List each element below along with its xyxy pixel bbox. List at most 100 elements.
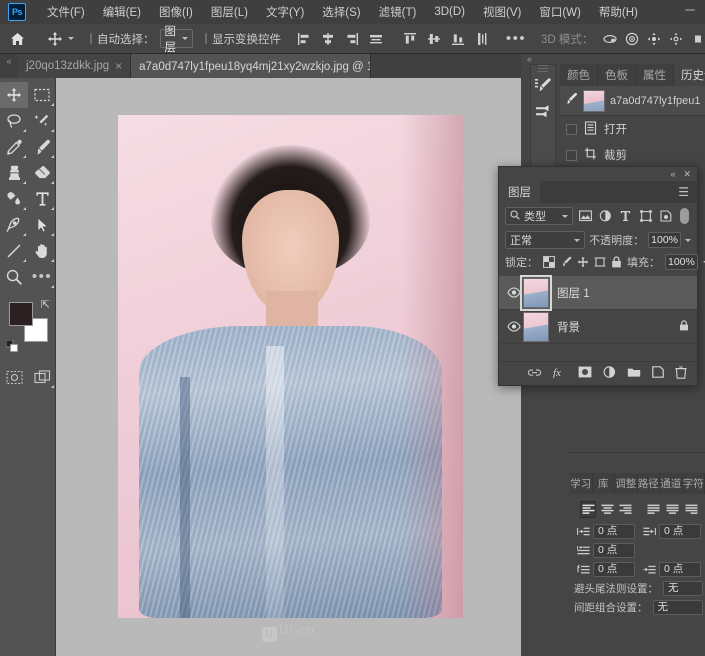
filter-enable-toggle[interactable] [680, 208, 689, 224]
opacity-input[interactable]: 100% [648, 232, 681, 248]
document-tab-1[interactable]: j20qo13zdkk.jpg × [18, 54, 132, 78]
filter-type-icon[interactable] [618, 208, 633, 224]
document-image[interactable] [118, 115, 463, 618]
tab-libraries[interactable]: 库 [593, 473, 615, 494]
mini-dock-grip[interactable] [531, 65, 555, 72]
justify-last-center-icon[interactable] [664, 501, 680, 518]
canvas-area[interactable]: U UI·cn [56, 78, 521, 656]
pan-3d-icon[interactable] [643, 27, 665, 51]
brush-presets-icon[interactable] [531, 98, 555, 124]
menu-item-select[interactable]: 选择(S) [313, 1, 369, 23]
menu-item-window[interactable]: 窗口(W) [530, 1, 590, 23]
align-vertical-centers-icon[interactable] [423, 27, 445, 51]
justify-last-right-icon[interactable] [683, 501, 699, 518]
lock-image-icon[interactable] [560, 255, 572, 269]
tab-channels[interactable]: 通道 [660, 473, 683, 494]
align-horizontal-centers-icon[interactable] [317, 27, 339, 51]
menu-item-image[interactable]: 图像(I) [150, 1, 202, 23]
current-tool-well[interactable] [42, 26, 76, 52]
auto-select-checkbox[interactable] [90, 33, 92, 44]
layer-thumbnail[interactable] [523, 311, 549, 342]
history-state-open[interactable]: 打开 [560, 116, 705, 142]
layer-row-1[interactable]: 图层 1 [499, 274, 697, 311]
eye-icon[interactable] [505, 321, 523, 332]
panel-menu-icon[interactable]: ☰ [678, 186, 697, 198]
clone-stamp-tool[interactable] [0, 160, 28, 186]
slide-3d-icon[interactable] [665, 27, 687, 51]
type-tool[interactable] [28, 186, 56, 212]
distribute-vertical-icon[interactable] [471, 27, 493, 51]
indent-right-margin-input[interactable]: 0 点 [659, 524, 701, 539]
align-left-icon[interactable] [580, 501, 597, 518]
quick-mask-icon[interactable] [0, 364, 28, 390]
lock-transparent-icon[interactable] [543, 255, 555, 269]
lock-artboard-icon[interactable] [594, 255, 606, 269]
menu-item-layer[interactable]: 图层(L) [202, 1, 257, 23]
filter-pixel-icon[interactable] [578, 208, 593, 224]
move-tool[interactable] [0, 82, 28, 108]
dock-collapse-icon[interactable]: « [527, 54, 532, 64]
swap-colors-icon[interactable]: ⇱ [41, 298, 50, 311]
tab-history[interactable]: 历史记 [674, 64, 705, 86]
more-options-button[interactable]: ••• [505, 27, 527, 51]
layers-panel-titlebar[interactable]: « ✕ [499, 167, 697, 181]
roll-3d-icon[interactable] [621, 27, 643, 51]
filter-adjustment-icon[interactable] [598, 208, 613, 224]
history-snapshot-row[interactable]: a7a0d747ly1fpeu18yq4… [560, 86, 705, 116]
path-selection-tool[interactable] [28, 212, 56, 238]
blend-mode-dropdown[interactable]: 正常 [505, 231, 586, 249]
menu-item-help[interactable]: 帮助(H) [590, 1, 647, 23]
close-icon[interactable]: × [115, 60, 122, 72]
close-icon[interactable]: ✕ [683, 169, 691, 180]
align-bottom-edges-icon[interactable] [447, 27, 469, 51]
new-group-icon[interactable] [627, 367, 641, 381]
tab-character[interactable]: 字符 [683, 473, 705, 494]
layer-mask-icon[interactable] [578, 366, 592, 381]
kinsoku-value[interactable]: 无 [663, 581, 703, 596]
space-before-input[interactable]: 0 点 [593, 562, 635, 577]
hand-tool[interactable] [28, 238, 56, 264]
mojikumi-value[interactable]: 无 [652, 600, 703, 615]
foreground-color-swatch[interactable] [9, 302, 33, 326]
chevron-down-icon[interactable] [68, 37, 74, 40]
indent-first-line-input[interactable]: 0 点 [593, 543, 635, 558]
gradient-tool[interactable] [0, 186, 28, 212]
adjustment-layer-icon[interactable] [603, 366, 616, 381]
eyedropper-tool[interactable] [0, 134, 28, 160]
tab-properties[interactable]: 属性 [636, 64, 674, 86]
layer-row-2[interactable]: 背景 [499, 310, 697, 344]
justify-last-left-icon[interactable] [646, 501, 662, 518]
screen-mode-icon[interactable] [28, 364, 56, 390]
pen-tool[interactable] [0, 212, 28, 238]
tab-paths[interactable]: 路径 [638, 473, 660, 494]
align-top-edges-icon[interactable] [399, 27, 421, 51]
fill-input[interactable]: 100% [665, 254, 698, 270]
orbit-3d-icon[interactable] [599, 27, 621, 51]
lasso-tool[interactable] [0, 108, 28, 134]
home-icon[interactable] [6, 27, 28, 51]
history-state-checkbox[interactable] [566, 123, 577, 135]
layer-thumbnail[interactable] [520, 274, 552, 311]
space-after-input[interactable]: 0 点 [659, 562, 701, 577]
eraser-tool[interactable] [28, 160, 56, 186]
filter-shape-icon[interactable] [638, 208, 653, 224]
tab-color[interactable]: 颜色 [560, 64, 598, 86]
auto-select-target-dropdown[interactable]: 图层 [159, 26, 193, 54]
layer-kind-dropdown[interactable]: 类型 [505, 207, 573, 225]
zoom-tool[interactable] [0, 264, 28, 290]
tab-learn[interactable]: 学习 [570, 473, 593, 494]
align-right-icon[interactable] [618, 501, 634, 518]
lock-all-icon[interactable] [611, 255, 622, 269]
move-tool-icon[interactable] [44, 27, 66, 51]
menu-item-filter[interactable]: 滤镜(T) [370, 1, 426, 23]
menu-item-type[interactable]: 文字(Y) [257, 1, 313, 23]
edit-toolbar-tool[interactable]: ••• [28, 264, 56, 290]
menu-item-view[interactable]: 视图(V) [474, 1, 530, 23]
chevron-down-icon[interactable] [685, 238, 691, 242]
brush-settings-icon[interactable] [531, 72, 555, 98]
eye-icon[interactable] [505, 287, 523, 298]
filter-smart-object-icon[interactable] [658, 208, 673, 224]
line-tool[interactable] [0, 238, 28, 264]
link-layers-icon[interactable] [527, 367, 542, 381]
lock-position-icon[interactable] [577, 255, 589, 269]
